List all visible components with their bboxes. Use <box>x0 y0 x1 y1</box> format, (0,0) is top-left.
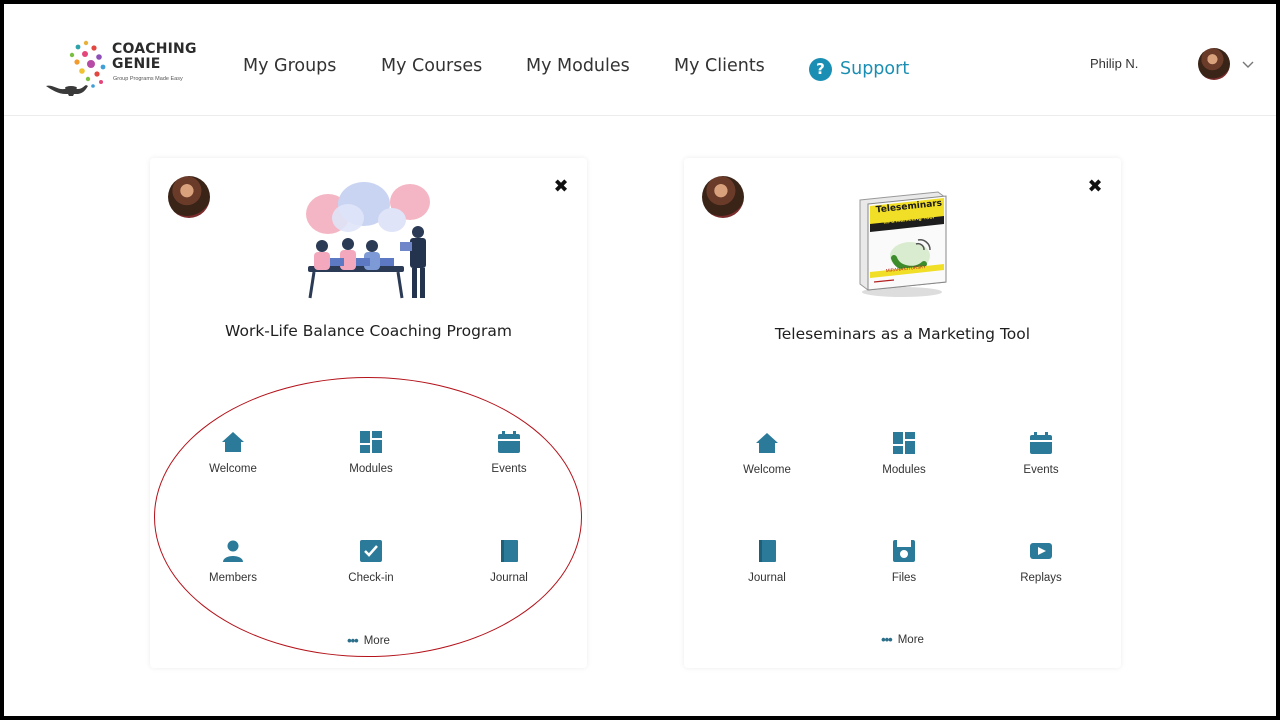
nav-my-courses[interactable]: My Courses <box>381 56 482 84</box>
nav-my-clients[interactable]: My Clients <box>674 56 765 84</box>
more-button[interactable]: ••• More <box>150 633 587 648</box>
tile-label: Journal <box>748 572 786 584</box>
tile-label: Members <box>209 572 257 584</box>
checkbox-icon <box>360 540 382 562</box>
close-icon[interactable]: ✖ <box>1087 177 1103 195</box>
tile-welcome[interactable]: Welcome <box>178 430 288 490</box>
more-label: More <box>897 633 924 646</box>
group-card-work-life[interactable]: ✖ Work-Life Balance Coaching Program Wel… <box>150 158 587 668</box>
genie-lamp-icon <box>46 85 88 96</box>
user-name[interactable]: Philip N. <box>1090 56 1138 71</box>
grid-icon <box>893 432 915 454</box>
group-owner-avatar <box>168 176 210 218</box>
coaching-genie-logo[interactable]: COACHING GENIE Group Programs Made Easy <box>44 40 204 100</box>
tile-members[interactable]: Members <box>178 539 288 599</box>
person-icon <box>223 540 243 562</box>
tile-check-in[interactable]: Check-in <box>316 539 426 599</box>
tile-replays[interactable]: Replays <box>986 539 1096 599</box>
more-button[interactable]: ••• More <box>684 632 1121 647</box>
help-circle-icon: ? <box>809 57 832 81</box>
logo-tagline: Group Programs Made Easy <box>113 76 183 82</box>
home-icon <box>222 432 244 452</box>
tile-label: Events <box>1023 464 1059 476</box>
tile-label: Events <box>491 463 527 475</box>
top-header: COACHING GENIE Group Programs Made Easy … <box>4 4 1276 116</box>
tile-files[interactable]: Files <box>849 539 959 599</box>
tile-welcome[interactable]: Welcome <box>712 431 822 491</box>
calendar-icon <box>498 431 520 453</box>
tile-label: Welcome <box>743 464 791 476</box>
chevron-down-icon[interactable] <box>1242 58 1254 70</box>
group-owner-avatar <box>702 176 744 218</box>
book-icon <box>759 540 776 562</box>
close-icon[interactable]: ✖ <box>553 177 569 195</box>
home-icon <box>756 433 778 453</box>
group-card-teleseminars[interactable]: ✖ Teleseminars as a Marketing Tool MIRAN… <box>684 158 1121 668</box>
more-dots-icon: ••• <box>881 632 893 647</box>
tile-journal[interactable]: Journal <box>454 539 564 599</box>
book-icon <box>501 540 518 562</box>
card-title[interactable]: Teleseminars as a Marketing Tool <box>704 321 1101 348</box>
meeting-illustration <box>306 182 430 299</box>
play-icon <box>1030 543 1052 559</box>
app-frame: COACHING GENIE Group Programs Made Easy … <box>4 4 1276 716</box>
tile-modules[interactable]: Modules <box>316 430 426 490</box>
tile-label: Welcome <box>209 463 257 475</box>
tile-events[interactable]: Events <box>986 431 1096 491</box>
tile-modules[interactable]: Modules <box>849 431 959 491</box>
tile-events[interactable]: Events <box>454 430 564 490</box>
grid-icon <box>360 431 382 453</box>
tile-label: Files <box>891 572 917 584</box>
tile-journal[interactable]: Journal <box>712 539 822 599</box>
tile-label: Journal <box>490 572 528 584</box>
nav-my-modules[interactable]: My Modules <box>526 56 630 84</box>
tile-label: Modules <box>349 463 393 475</box>
tile-label: Replays <box>1020 572 1062 584</box>
book-cover-image: Teleseminars as a Marketing Tool MIRANA … <box>854 186 954 298</box>
tile-label: Check-in <box>348 572 394 584</box>
logo-title: COACHING GENIE <box>112 41 197 72</box>
more-label: More <box>363 634 390 647</box>
nav-support-label: Support <box>840 59 910 79</box>
nav-support[interactable]: ? Support <box>809 55 909 83</box>
floppy-icon <box>893 540 915 562</box>
user-avatar[interactable] <box>1198 48 1230 80</box>
tile-label: Modules <box>882 464 926 476</box>
more-dots-icon: ••• <box>347 633 359 648</box>
card-title[interactable]: Work-Life Balance Coaching Program <box>170 318 567 345</box>
nav-my-groups[interactable]: My Groups <box>243 56 336 84</box>
calendar-icon <box>1030 432 1052 454</box>
